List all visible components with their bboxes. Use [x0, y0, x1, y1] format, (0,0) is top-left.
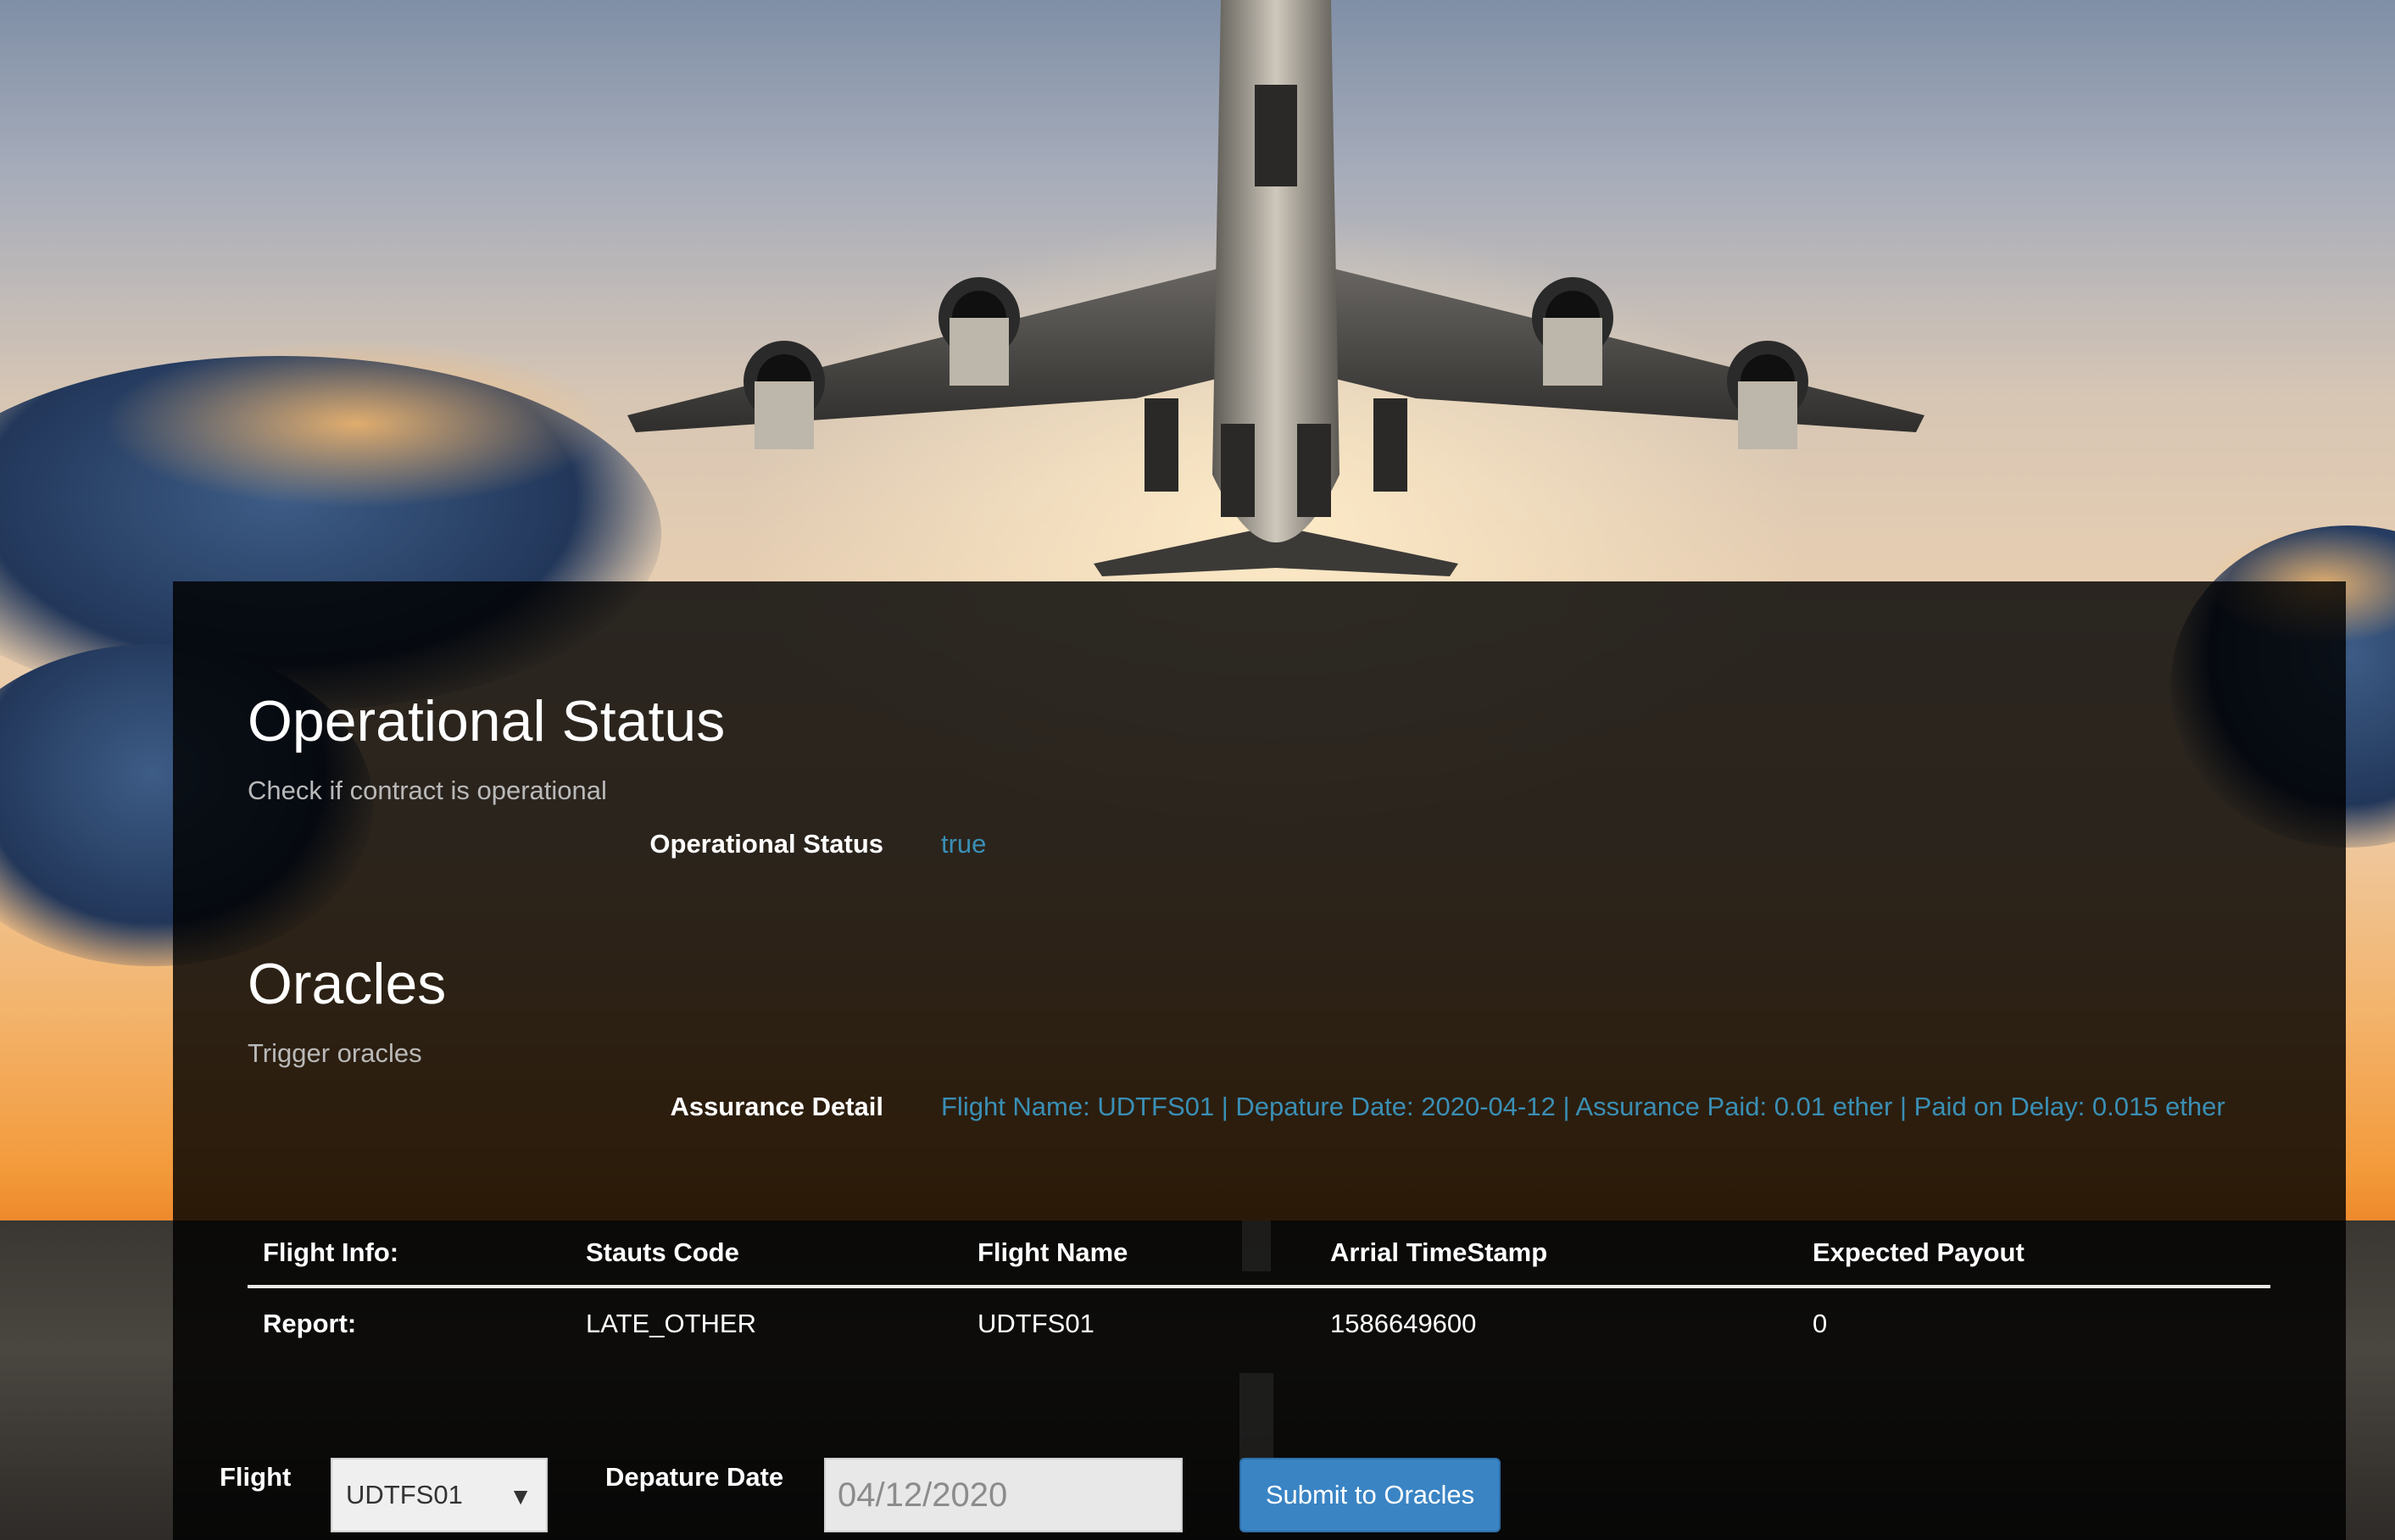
table-cell: 1586649600 — [1330, 1309, 1477, 1338]
airplane-image — [627, 0, 1924, 576]
flight-label: Flight — [220, 1462, 292, 1492]
chevron-down-icon: ▼ — [509, 1483, 532, 1509]
flight-select[interactable]: UDTFS01 ▼ — [331, 1458, 548, 1532]
operational-status-label: Operational Status — [649, 829, 883, 859]
column-header: Arrial TimeStamp — [1315, 1219, 1797, 1288]
table-cell: 0 — [1813, 1309, 1828, 1338]
oracles-subtitle: Trigger oracles — [248, 1038, 422, 1068]
submit-to-oracles-button[interactable]: Submit to Oracles — [1239, 1458, 1501, 1532]
assurance-detail-label: Assurance Detail — [670, 1092, 883, 1121]
table-cell: Report: — [263, 1309, 357, 1338]
depature-date-label: Depature Date — [605, 1462, 784, 1492]
operational-status-title: Operational Status — [248, 689, 726, 753]
column-header: Flight Info: — [248, 1219, 571, 1288]
assurance-detail-value: Flight Name: UDTFS01 | Depature Date: 20… — [941, 1092, 2225, 1121]
column-header: Flight Name — [962, 1219, 1315, 1288]
table-row: Report: LATE_OTHER UDTFS01 1586649600 0 — [248, 1287, 2270, 1356]
column-header: Expected Payout — [1797, 1219, 2270, 1288]
table-cell: UDTFS01 — [977, 1309, 1094, 1338]
operational-status-subtitle: Check if contract is operational — [248, 776, 607, 805]
flight-report-table: Flight Info: Stauts Code Flight Name Arr… — [248, 1219, 2270, 1356]
operational-status-value: true — [941, 829, 987, 859]
depature-date-input[interactable]: 04/12/2020 — [824, 1458, 1183, 1532]
column-header: Stauts Code — [571, 1219, 962, 1288]
flight-select-value: UDTFS01 — [346, 1480, 463, 1509]
cloud-rim-left — [102, 339, 610, 509]
oracles-title: Oracles — [248, 952, 447, 1016]
table-cell: LATE_OTHER — [586, 1309, 756, 1338]
page: Operational Status Check if contract is … — [0, 0, 2395, 1540]
table-header-row: Flight Info: Stauts Code Flight Name Arr… — [248, 1219, 2270, 1288]
